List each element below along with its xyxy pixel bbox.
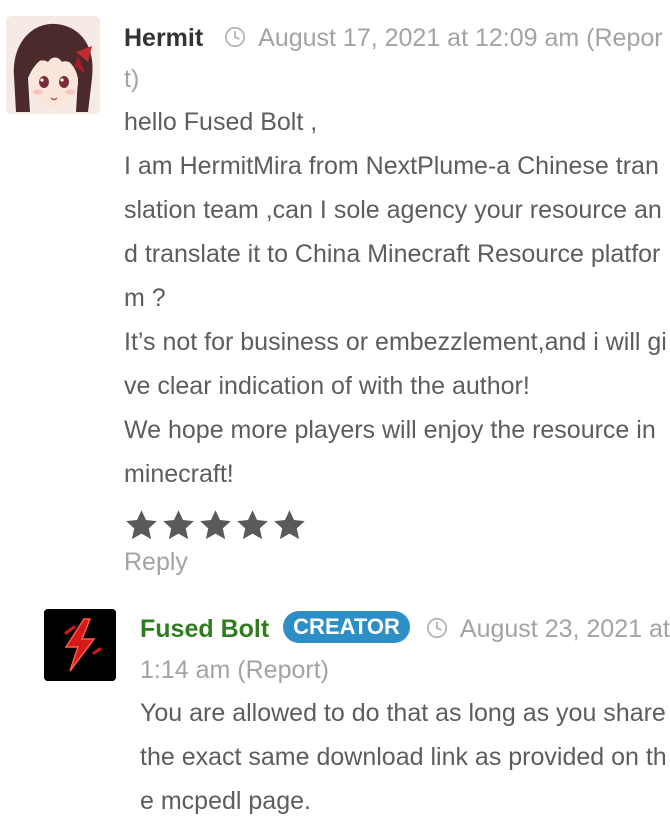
clock-icon <box>426 617 448 639</box>
star-rating <box>124 508 307 543</box>
comment-line: You are allowed to do that as long as yo… <box>140 699 667 815</box>
comment-line: It’s not for business or embezzlement,an… <box>124 328 667 400</box>
comment-fused-bolt: Fused Bolt CREATOR August 23, 2021 at 1:1… <box>140 609 670 823</box>
comment-line: We hope more players will enjoy the reso… <box>124 416 656 488</box>
comment-text: You are allowed to do that as long as yo… <box>140 691 670 823</box>
comment-author[interactable]: Fused Bolt <box>140 615 269 643</box>
comment-date[interactable]: August 17, 2021 at 12:09 am <box>258 24 579 52</box>
comment-hermit: Hermit August 17, 2021 at 12:09 am (Repo… <box>124 18 670 496</box>
star-icon <box>126 510 157 540</box>
anime-girl-avatar <box>6 16 100 114</box>
comment-author[interactable]: Hermit <box>124 24 203 52</box>
comment-line: I am HermitMira from NextPlume-a Chinese… <box>124 152 662 312</box>
comment-line: hello Fused Bolt , <box>124 108 318 136</box>
reply-button[interactable]: Reply <box>124 545 188 579</box>
comment-text: hello Fused Bolt , I am HermitMira from … <box>124 100 670 496</box>
report-link[interactable]: (Report) <box>237 656 329 684</box>
avatar-fused-bolt[interactable] <box>44 609 116 681</box>
avatar-hermit[interactable] <box>6 16 100 114</box>
creator-badge: CREATOR <box>283 611 410 643</box>
comment-header: Hermit August 17, 2021 at 12:09 am (Repo… <box>124 18 670 100</box>
star-icon <box>200 510 231 540</box>
comment-header: Fused Bolt CREATOR August 23, 2021 at 1:1… <box>140 609 670 691</box>
red-lightning-bolt-logo <box>44 609 116 681</box>
star-icon <box>274 510 305 540</box>
star-icon <box>237 510 268 540</box>
star-icon <box>163 510 194 540</box>
clock-icon <box>225 26 246 48</box>
